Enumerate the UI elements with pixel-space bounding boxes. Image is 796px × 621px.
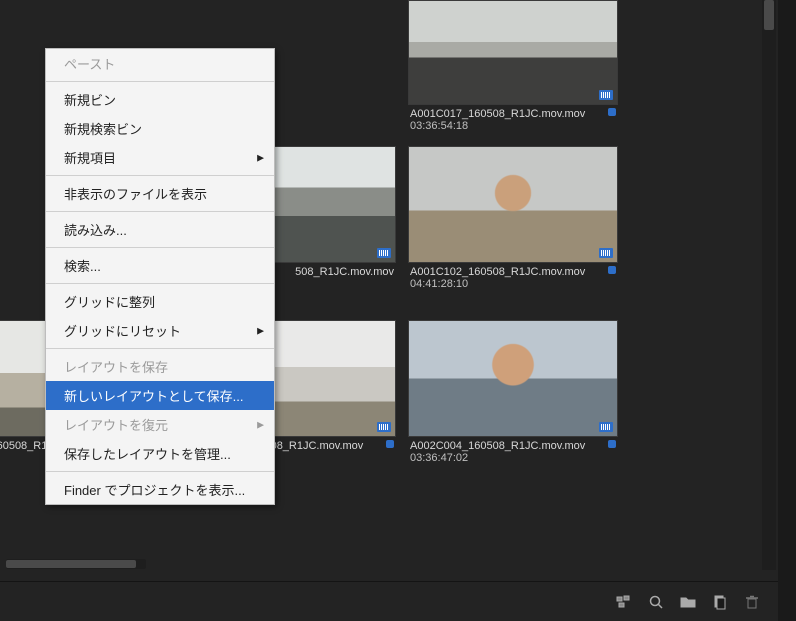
clip-meta: A001C017_160508_R1JC.mov.mov 03:36:54:18 xyxy=(408,105,618,132)
menu-separator xyxy=(46,211,274,212)
project-panel: A001C017_160508_R1JC.mov.mov 03:36:54:18… xyxy=(0,0,778,621)
clip-duration: 04:41:28:10 xyxy=(410,278,616,290)
menu-separator xyxy=(46,175,274,176)
context-menu: ペースト 新規ビン 新規検索ビン 新規項目 非表示のファイルを表示 読み込み..… xyxy=(45,48,275,505)
menu-show-hidden[interactable]: 非表示のファイルを表示 xyxy=(46,179,274,208)
clip-meta: A002C004_160508_R1JC.mov.mov 03:36:47:02 xyxy=(408,437,618,464)
clip-name: A002C004_160508_R1JC.mov.mov xyxy=(410,440,616,452)
menu-reset-grid[interactable]: グリッドにリセット xyxy=(46,316,274,345)
menu-separator xyxy=(46,247,274,248)
menu-reveal-finder[interactable]: Finder でプロジェクトを表示... xyxy=(46,475,274,504)
vertical-scrollbar-thumb[interactable] xyxy=(764,0,774,30)
menu-new-search-bin[interactable]: 新規検索ビン xyxy=(46,114,274,143)
clip-thumbnail[interactable] xyxy=(408,320,618,437)
menu-separator xyxy=(46,81,274,82)
vertical-scrollbar[interactable] xyxy=(762,0,776,570)
clip-meta: A001C102_160508_R1JC.mov.mov 04:41:28:10 xyxy=(408,263,618,290)
video-badge-icon xyxy=(599,90,613,100)
clip-thumbnail[interactable] xyxy=(408,0,618,105)
menu-restore-layout[interactable]: レイアウトを復元 xyxy=(46,410,274,439)
menu-save-layout[interactable]: レイアウトを保存 xyxy=(46,352,274,381)
menu-new-item[interactable]: 新規項目 xyxy=(46,143,274,172)
menu-search[interactable]: 検索... xyxy=(46,251,274,280)
label-dot-icon xyxy=(386,440,394,448)
clip-name: A001C017_160508_R1JC.mov.mov xyxy=(410,108,616,120)
new-bin-icon[interactable] xyxy=(680,594,696,610)
video-badge-icon xyxy=(377,422,391,432)
clip-card[interactable]: A001C017_160508_R1JC.mov.mov 03:36:54:18 xyxy=(408,0,618,132)
clip-thumbnail[interactable] xyxy=(408,146,618,263)
label-dot-icon xyxy=(608,266,616,274)
clip-card[interactable]: A002C004_160508_R1JC.mov.mov 03:36:47:02 xyxy=(408,320,618,464)
label-dot-icon xyxy=(608,108,616,116)
label-dot-icon xyxy=(608,440,616,448)
video-badge-icon xyxy=(599,248,613,258)
horizontal-scrollbar[interactable] xyxy=(6,559,146,569)
horizontal-scrollbar-thumb[interactable] xyxy=(6,560,136,568)
menu-save-layout-as[interactable]: 新しいレイアウトとして保存... xyxy=(46,381,274,410)
new-item-icon[interactable] xyxy=(712,594,728,610)
clip-duration: 03:36:54:18 xyxy=(410,120,616,132)
video-badge-icon xyxy=(599,422,613,432)
clip-name: A001C102_160508_R1JC.mov.mov xyxy=(410,266,616,278)
search-icon[interactable] xyxy=(648,594,664,610)
clip-card[interactable]: A001C102_160508_R1JC.mov.mov 04:41:28:10 xyxy=(408,146,618,290)
menu-paste[interactable]: ペースト xyxy=(46,49,274,78)
menu-manage-layouts[interactable]: 保存したレイアウトを管理... xyxy=(46,439,274,468)
menu-new-bin[interactable]: 新規ビン xyxy=(46,85,274,114)
trash-icon[interactable] xyxy=(744,594,760,610)
menu-align-grid[interactable]: グリッドに整列 xyxy=(46,287,274,316)
right-gutter xyxy=(778,0,796,621)
menu-import[interactable]: 読み込み... xyxy=(46,215,274,244)
menu-separator xyxy=(46,348,274,349)
freeform-view-icon[interactable] xyxy=(616,594,632,610)
video-badge-icon xyxy=(377,248,391,258)
menu-separator xyxy=(46,283,274,284)
clip-duration: 03:36:47:02 xyxy=(410,452,616,464)
panel-toolbar xyxy=(0,581,778,621)
menu-separator xyxy=(46,471,274,472)
